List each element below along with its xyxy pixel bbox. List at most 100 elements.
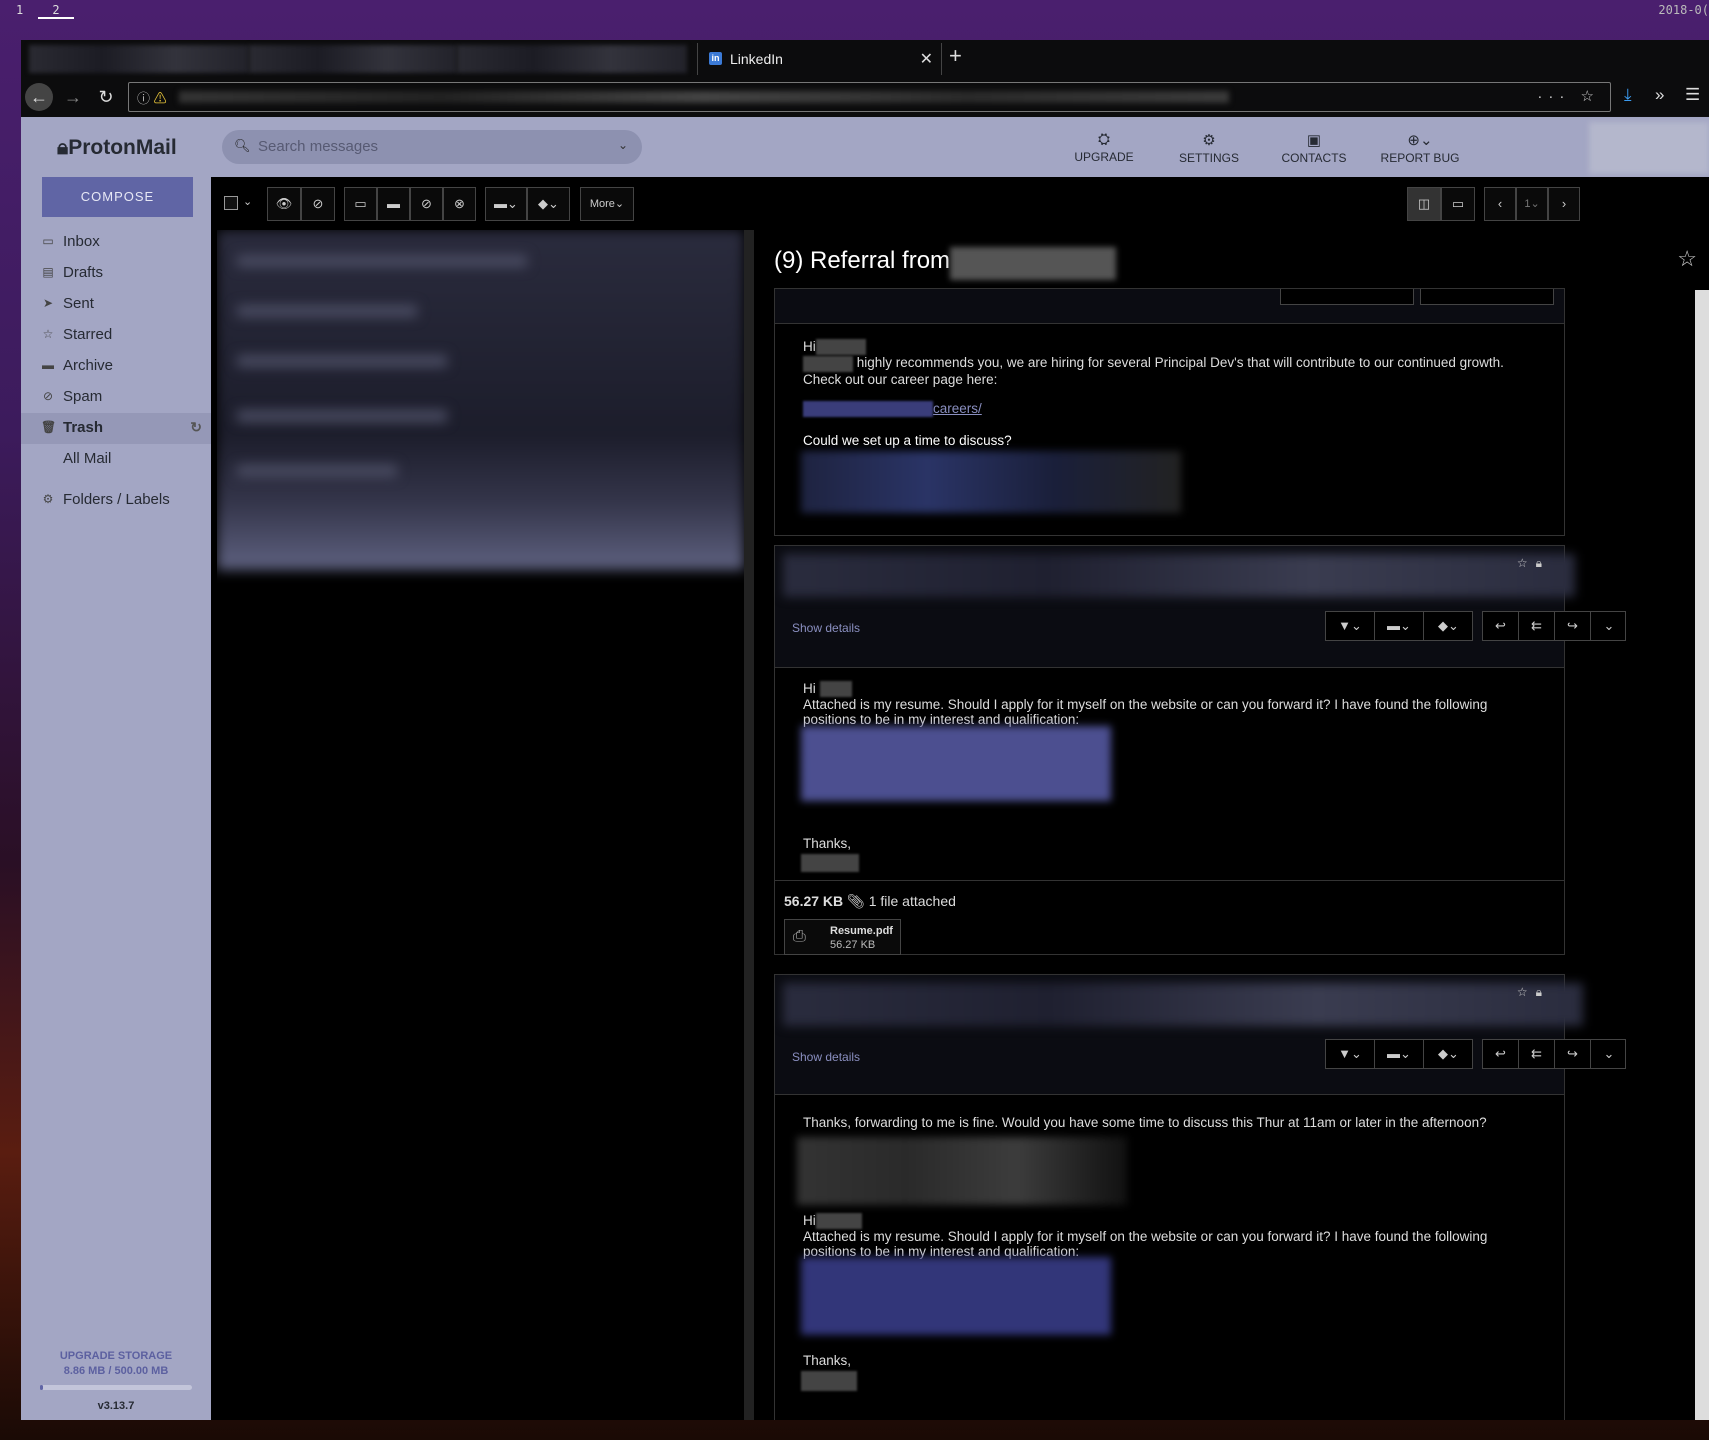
download-icon[interactable]: ⤓ xyxy=(1624,85,1632,105)
more-button[interactable]: More⌄ xyxy=(580,187,634,221)
forward-button[interactable]: ↪ xyxy=(1555,1040,1591,1068)
delete-button[interactable]: ⊗ xyxy=(443,187,476,221)
chevron-down-icon[interactable]: ⌄ xyxy=(618,138,628,152)
new-tab-button[interactable]: + xyxy=(949,43,962,69)
message-body: Hi highly recommends you, we are hiring … xyxy=(803,339,1504,387)
archive-button[interactable]: ▬ xyxy=(377,187,410,221)
reply-button[interactable]: ↩ xyxy=(1483,1040,1519,1068)
list-item[interactable] xyxy=(237,305,417,317)
workspace-1[interactable]: 1 xyxy=(16,3,23,17)
workspace-2[interactable]: 2 xyxy=(38,3,74,19)
eye-icon: 👁︎ xyxy=(275,196,293,211)
spam-button[interactable]: ⊘ xyxy=(410,187,443,221)
mark-read-button[interactable]: 👁︎ xyxy=(267,187,301,221)
storage-info[interactable]: UPGRADE STORAGE 8.86 MB / 500.00 MB xyxy=(21,1350,211,1377)
list-item[interactable] xyxy=(237,355,447,367)
label-button[interactable]: ◆⌄ xyxy=(1424,1040,1473,1068)
reply-all-button[interactable]: ⇇ xyxy=(1519,1040,1555,1068)
forward-button[interactable]: → xyxy=(59,83,87,111)
upgrade-button[interactable]: ⛭ UPGRADE xyxy=(1049,131,1159,164)
list-item[interactable] xyxy=(237,255,527,267)
sidebar-item-archive[interactable]: ▬ Archive xyxy=(21,351,211,382)
star-icon[interactable]: ☆ xyxy=(1517,556,1536,570)
menu-icon[interactable]: ☰ xyxy=(1685,85,1700,105)
chevron-down-icon[interactable]: ⌄ xyxy=(243,195,252,208)
sidebar-item-drafts[interactable]: ▤ Drafts xyxy=(21,258,211,289)
star-icon[interactable]: ☆ xyxy=(1517,985,1536,999)
contacts-button[interactable]: ▣ CONTACTS xyxy=(1259,131,1369,165)
list-item[interactable] xyxy=(237,410,447,422)
reply-actions[interactable]: ↩ ⇇ ↪ ⌄ xyxy=(1482,611,1626,641)
ban-icon: ⊘ xyxy=(421,196,432,211)
filter-button[interactable]: ▼⌄ xyxy=(1326,612,1375,640)
sidebar-item-sent[interactable]: ➤ Sent xyxy=(21,289,211,320)
upgrade-storage-link[interactable]: UPGRADE STORAGE xyxy=(21,1350,211,1362)
star-icon[interactable]: ☆ xyxy=(1677,246,1697,272)
message-list[interactable] xyxy=(217,230,744,1420)
report-bug-button[interactable]: ⊕⌄ REPORT BUG xyxy=(1365,131,1475,165)
sidebar-item-trash[interactable]: 🗑︎ Trash ↻ xyxy=(21,413,211,444)
sidebar-item-inbox[interactable]: ▭ Inbox xyxy=(21,227,211,258)
reply-actions[interactable] xyxy=(1420,289,1554,305)
select-all-checkbox[interactable] xyxy=(224,196,238,210)
storage-usage: 8.86 MB / 500.00 MB xyxy=(63,1365,169,1377)
blurred-tab[interactable] xyxy=(457,45,687,73)
redacted-name xyxy=(815,1213,862,1230)
blurred-tab[interactable] xyxy=(29,45,249,73)
sidebar-item-starred[interactable]: ☆ Starred xyxy=(21,320,211,351)
more-actions-button[interactable]: ⌄ xyxy=(1591,612,1627,640)
url-bar[interactable]: ⓘ ⚠ ··· ☆ xyxy=(128,82,1611,112)
compose-button[interactable]: COMPOSE xyxy=(42,177,193,217)
reply-all-button[interactable]: ⇇ xyxy=(1519,612,1555,640)
upgrade-icon: ⛭ xyxy=(1097,131,1110,148)
account-avatar[interactable] xyxy=(1589,122,1709,174)
settings-button[interactable]: ⚙ SETTINGS xyxy=(1154,131,1264,165)
more-actions-button[interactable]: ⌄ xyxy=(1591,1040,1627,1068)
sidebar-item-all-mail[interactable]: All Mail xyxy=(21,444,211,475)
sidebar-item-spam[interactable]: ⊘ Spam xyxy=(21,382,211,413)
label-button[interactable]: ◆⌄ xyxy=(527,187,570,221)
site-info-icon[interactable]: ⓘ ⚠ xyxy=(137,88,167,107)
attachment-card[interactable]: ⎙ Resume.pdf 56.27 KB xyxy=(784,919,901,955)
list-item[interactable] xyxy=(237,465,397,477)
sidebar-item-folders-labels[interactable]: ⚙ Folders / Labels xyxy=(21,485,211,516)
message-actions[interactable]: ▼⌄ ▬⌄ ◆⌄ xyxy=(1325,1039,1473,1069)
page-select[interactable]: 1⌄ xyxy=(1516,187,1548,221)
conversation-scrollbar[interactable] xyxy=(1695,290,1709,1420)
tag-icon: ◆⌄ xyxy=(1438,1046,1459,1061)
show-details-link[interactable]: Show details xyxy=(792,1050,860,1064)
move-inbox-button[interactable]: ▭ xyxy=(344,187,377,221)
career-link[interactable]: careers/ xyxy=(933,401,982,416)
page-actions[interactable]: ··· ☆ xyxy=(1537,87,1600,105)
previous-page-button[interactable]: ‹ xyxy=(1484,187,1516,221)
move-button[interactable]: ▬⌄ xyxy=(1375,1040,1424,1068)
filter-button[interactable]: ▼⌄ xyxy=(1326,1040,1375,1068)
row-layout-button[interactable]: ▭ xyxy=(1441,187,1475,221)
label-button[interactable]: ◆⌄ xyxy=(1424,612,1473,640)
redacted-quote-header xyxy=(797,1137,1127,1205)
reload-button[interactable]: ↻ xyxy=(92,83,120,111)
conversation-title: (9) Referral from xyxy=(774,247,951,274)
tab-linkedin[interactable]: in LinkedIn ✕ xyxy=(697,43,942,75)
close-icon[interactable]: ✕ xyxy=(920,49,933,69)
refresh-icon[interactable]: ↻ xyxy=(190,419,202,436)
forward-button[interactable]: ↪ xyxy=(1555,612,1591,640)
next-page-button[interactable]: › xyxy=(1548,187,1580,221)
overflow-icon[interactable]: » xyxy=(1655,85,1664,105)
logo[interactable]: 🔒︎ProtonMail xyxy=(57,136,177,160)
folder-icon: ▬⌄ xyxy=(1387,618,1411,633)
reply-actions[interactable]: ↩ ⇇ ↪ ⌄ xyxy=(1482,1039,1626,1069)
protonmail-app: 🔒︎ProtonMail COMPOSE ▭ Inbox ▤ Drafts ➤ … xyxy=(21,117,1709,1420)
list-scrollbar[interactable] xyxy=(744,230,754,1420)
back-button[interactable]: ← xyxy=(25,83,53,111)
column-layout-button[interactable]: ◫ xyxy=(1407,187,1441,221)
move-folder-button[interactable]: ▬⌄ xyxy=(485,187,527,221)
message-actions[interactable]: ▼⌄ ▬⌄ ◆⌄ xyxy=(1325,611,1473,641)
blurred-tab[interactable] xyxy=(249,45,457,73)
search-input[interactable]: 🔍︎ Search messages ⌄ xyxy=(222,130,642,164)
show-details-link[interactable]: Show details xyxy=(792,621,860,635)
move-button[interactable]: ▬⌄ xyxy=(1375,612,1424,640)
reply-button[interactable]: ↩ xyxy=(1483,612,1519,640)
message-actions[interactable] xyxy=(1280,289,1414,305)
mark-unread-button[interactable]: ⊘ xyxy=(301,187,335,221)
